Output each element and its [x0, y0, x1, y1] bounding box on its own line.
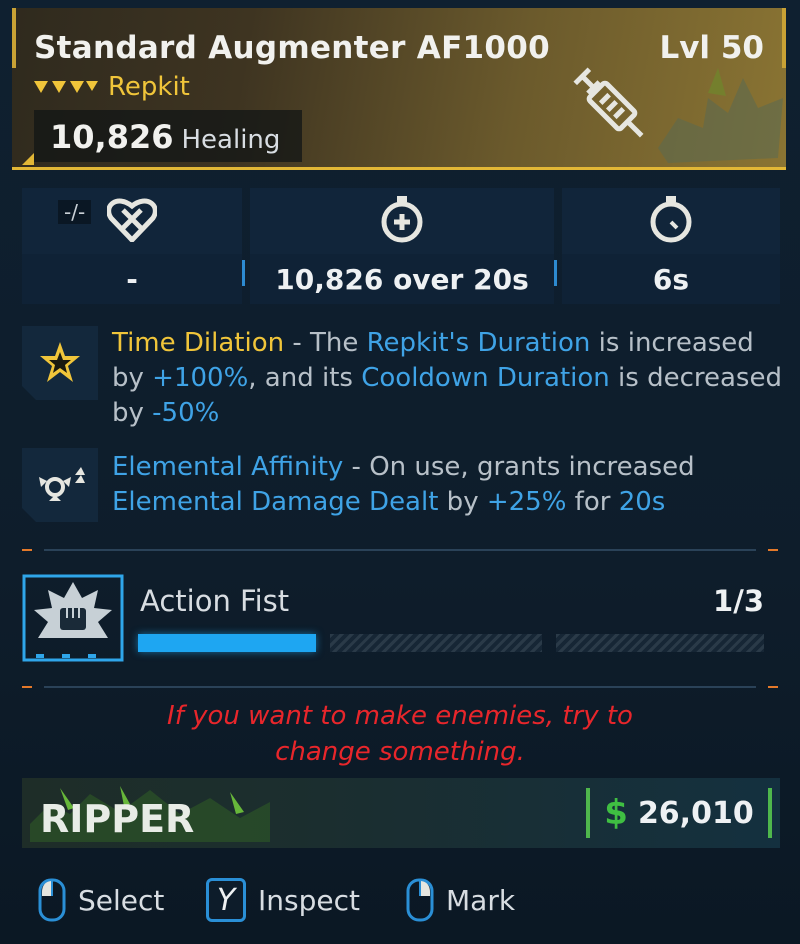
- stat-healing-mod-value: -: [22, 254, 242, 304]
- stat-cooldown: 6s: [562, 188, 780, 304]
- perk-keyword: +100%: [152, 363, 249, 393]
- perk-name: Time Dilation: [112, 328, 285, 358]
- select-action[interactable]: Select: [38, 878, 164, 922]
- section-divider: [44, 686, 756, 688]
- perk-name: Elemental Affinity: [112, 452, 344, 482]
- price-box: $ 26,010: [586, 788, 772, 838]
- primary-stat-value: 10,826: [50, 118, 174, 156]
- heart-slash-icon: [107, 198, 157, 242]
- perk-keyword: Elemental Damage Dealt: [112, 487, 439, 517]
- perk-keyword: -50%: [152, 398, 220, 428]
- inspect-label: Inspect: [258, 883, 360, 917]
- divider-dash: [768, 549, 778, 551]
- item-type: Repkit: [108, 72, 190, 102]
- perk-icon-box: [22, 326, 98, 400]
- manufacturer-name: RIPPER: [40, 797, 194, 841]
- stat-heal-over-time-icon-area: [250, 188, 554, 250]
- perk-description: Time Dilation - The Repkit's Duration is…: [112, 326, 782, 431]
- header-corner-left: [22, 153, 34, 165]
- perk-keyword: Cooldown Duration: [361, 363, 610, 393]
- mod-progress-segment-empty: [330, 634, 542, 652]
- mod-progress-segment-empty: [556, 634, 764, 652]
- item-name: Standard Augmenter AF1000: [34, 30, 551, 66]
- item-card: Standard Augmenter AF1000 Lvl 50 Repkit …: [0, 0, 800, 944]
- primary-stat: 10,826 Healing: [34, 110, 302, 162]
- perk-keyword: +25%: [486, 487, 567, 517]
- item-type-row: Repkit: [34, 72, 190, 102]
- divider-dash: [22, 549, 32, 551]
- fist-burst-icon: [22, 574, 124, 662]
- perk-description: Elemental Affinity - On use, grants incr…: [112, 448, 782, 522]
- inspect-action[interactable]: Y Inspect: [206, 878, 360, 922]
- price-value: 26,010: [637, 795, 754, 831]
- mouse-right-icon: [406, 878, 434, 922]
- elemental-arrows-icon: [35, 465, 85, 505]
- currency-icon: $: [604, 793, 628, 833]
- mark-action[interactable]: Mark: [406, 878, 515, 922]
- section-divider: [44, 549, 756, 551]
- stat-cooldown-icon-area: [562, 188, 780, 250]
- mod-name: Action Fist: [140, 584, 290, 618]
- divider-dash: [22, 686, 32, 688]
- item-header: Standard Augmenter AF1000 Lvl 50 Repkit …: [12, 8, 786, 170]
- syringe-icon: [573, 67, 644, 138]
- ripper-logo: RIPPER: [30, 786, 270, 842]
- divider-dash: [768, 686, 778, 688]
- stat-separator: [242, 260, 245, 286]
- rarity-chevrons-icon: [34, 81, 98, 93]
- perk-keyword: Repkit's Duration: [366, 328, 591, 358]
- mod-count: 1/3: [713, 584, 764, 618]
- star-burst-icon: [37, 340, 83, 386]
- manufacturer-bar: RIPPER $ 26,010: [22, 778, 780, 848]
- select-label: Select: [78, 883, 165, 917]
- mark-label: Mark: [446, 883, 516, 917]
- stat-healing-mod: -/- -: [22, 188, 242, 304]
- mouse-left-icon: [38, 878, 66, 922]
- perk-time-dilation: Time Dilation - The Repkit's Duration is…: [22, 326, 782, 431]
- stat-healing-mod-icon-area: -/-: [22, 188, 242, 250]
- stat-heal-over-time-value: 10,826 over 20s: [250, 254, 554, 304]
- stats-row: -/- - 10,826 over 20s 6s: [22, 188, 780, 304]
- mod-progress-segment-filled: [138, 634, 316, 652]
- stopwatch-heal-icon: [381, 196, 423, 243]
- header-edge-left: [12, 8, 16, 68]
- stat-cooldown-value: 6s: [562, 254, 780, 304]
- stat-tag: -/-: [58, 200, 92, 224]
- perk-elemental-affinity: Elemental Affinity - On use, grants incr…: [22, 448, 782, 522]
- primary-stat-label: Healing: [181, 125, 281, 155]
- y-button-icon: Y: [206, 878, 246, 922]
- perk-text-part: - On use, grants increased: [343, 452, 695, 482]
- stat-heal-over-time: 10,826 over 20s: [250, 188, 554, 304]
- header-art-icon: [658, 68, 783, 163]
- perk-text-part: for: [566, 487, 619, 517]
- perk-text-part: , and its: [248, 363, 362, 393]
- perk-text-part: - The: [284, 328, 367, 358]
- perk-icon-box: [22, 448, 98, 522]
- flavor-text: If you want to make enemies, try to chan…: [0, 698, 800, 770]
- perk-keyword: 20s: [618, 487, 666, 517]
- perk-text-part: by: [438, 487, 487, 517]
- flavor-text-line: change something.: [275, 737, 525, 767]
- stat-separator: [554, 260, 557, 286]
- cooldown-timer-icon: [650, 196, 692, 243]
- flavor-text-line: If you want to make enemies, try to: [167, 701, 633, 731]
- controls-bar: Select Y Inspect Mark: [0, 870, 800, 930]
